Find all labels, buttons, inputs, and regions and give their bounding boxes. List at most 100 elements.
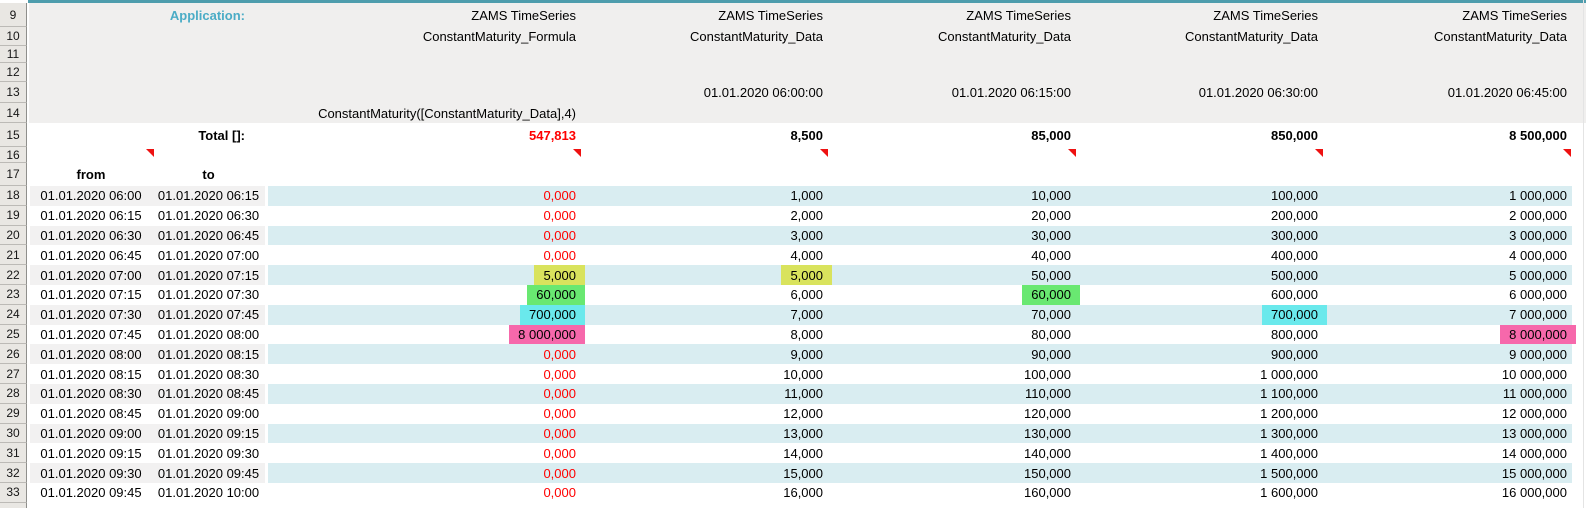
- cell-value-0645[interactable]: 11 000,000: [1323, 384, 1572, 404]
- cell-to[interactable]: 01.01.2020 07:15: [152, 265, 265, 285]
- cell-value-0615[interactable]: 40,000: [828, 245, 1076, 265]
- cell-from[interactable]: 01.01.2020 07:15: [30, 285, 152, 305]
- row-header[interactable]: 15: [0, 123, 27, 147]
- cell-value-formula[interactable]: 0,000: [268, 443, 581, 463]
- cell-value-formula[interactable]: 8 000,000: [268, 325, 581, 345]
- cell-value-formula[interactable]: 0,000: [268, 404, 581, 424]
- cell-value-0600[interactable]: 9,000: [581, 344, 828, 364]
- cell-from[interactable]: 01.01.2020 06:45: [30, 245, 152, 265]
- cell-value-0630[interactable]: 1 100,000: [1076, 384, 1323, 404]
- row-header[interactable]: 11: [0, 46, 27, 63]
- row-header[interactable]: 16: [0, 147, 27, 163]
- cell-value-formula[interactable]: 0,000: [268, 344, 581, 364]
- cell-value-formula[interactable]: 0,000: [268, 364, 581, 384]
- cell-value-0630[interactable]: 1 500,000: [1076, 463, 1323, 483]
- cell-value-0615[interactable]: 150,000: [828, 463, 1076, 483]
- cell-value-0630[interactable]: 600,000: [1076, 285, 1323, 305]
- column-application-name[interactable]: ZAMS TimeSeries: [828, 3, 1076, 27]
- cell-from[interactable]: 01.01.2020 06:00: [30, 186, 152, 206]
- cell-value-0630[interactable]: 400,000: [1076, 245, 1323, 265]
- cell-value-0615[interactable]: 140,000: [828, 443, 1076, 463]
- cell-value-formula[interactable]: 0,000: [268, 384, 581, 404]
- cell-from[interactable]: 01.01.2020 08:00: [30, 344, 152, 364]
- cell-value-formula[interactable]: 0,000: [268, 186, 581, 206]
- cell-from[interactable]: 01.01.2020 09:00: [30, 424, 152, 444]
- column-formula[interactable]: [828, 103, 1076, 123]
- cell-value-0615[interactable]: 160,000: [828, 483, 1076, 503]
- cell-value-0645[interactable]: 16 000,000: [1323, 483, 1572, 503]
- row-header[interactable]: 14: [0, 103, 27, 123]
- cell-value-0645[interactable]: 12 000,000: [1323, 404, 1572, 424]
- cell-value-0645[interactable]: 2 000,000: [1323, 206, 1572, 226]
- cell-value-0645[interactable]: 3 000,000: [1323, 226, 1572, 246]
- column-series-name[interactable]: ConstantMaturity_Data: [1076, 27, 1323, 46]
- cell-from[interactable]: 01.01.2020 07:30: [30, 305, 152, 325]
- cell-from[interactable]: 01.01.2020 08:30: [30, 384, 152, 404]
- cell-value-0645[interactable]: 14 000,000: [1323, 443, 1572, 463]
- column-formula[interactable]: [1076, 103, 1323, 123]
- cell-value-0645[interactable]: 4 000,000: [1323, 245, 1572, 265]
- cell-to[interactable]: 01.01.2020 09:30: [152, 443, 265, 463]
- column-total-value[interactable]: 547,813: [268, 123, 581, 147]
- cell-value-0600[interactable]: 10,000: [581, 364, 828, 384]
- column-series-name[interactable]: ConstantMaturity_Data: [1323, 27, 1572, 46]
- cell-value-0615[interactable]: 30,000: [828, 226, 1076, 246]
- cell-value-0630[interactable]: 100,000: [1076, 186, 1323, 206]
- column-total-value[interactable]: 85,000: [828, 123, 1076, 147]
- row-header[interactable]: [0, 503, 27, 508]
- cell-to[interactable]: 01.01.2020 07:45: [152, 305, 265, 325]
- cell-value-0615[interactable]: 90,000: [828, 344, 1076, 364]
- cell-value-0630[interactable]: 1 000,000: [1076, 364, 1323, 384]
- cell-value-0600[interactable]: 11,000: [581, 384, 828, 404]
- cell-value-0600[interactable]: 12,000: [581, 404, 828, 424]
- cell-to[interactable]: 01.01.2020 06:15: [152, 186, 265, 206]
- cell-value-formula[interactable]: 0,000: [268, 463, 581, 483]
- cell-value-0600[interactable]: 15,000: [581, 463, 828, 483]
- cell-to[interactable]: 01.01.2020 07:00: [152, 245, 265, 265]
- column-total-value[interactable]: 8,500: [581, 123, 828, 147]
- column-series-name[interactable]: ConstantMaturity_Data: [581, 27, 828, 46]
- cell-value-0615[interactable]: 10,000: [828, 186, 1076, 206]
- cell-value-0645[interactable]: 15 000,000: [1323, 463, 1572, 483]
- cell-to[interactable]: 01.01.2020 08:45: [152, 384, 265, 404]
- row-header[interactable]: 13: [0, 82, 27, 103]
- column-timestamp[interactable]: 01.01.2020 06:00:00: [581, 82, 828, 103]
- cell-value-0645[interactable]: 13 000,000: [1323, 424, 1572, 444]
- cell-from[interactable]: 01.01.2020 06:15: [30, 206, 152, 226]
- cell-value-0615[interactable]: 110,000: [828, 384, 1076, 404]
- cell-value-0600[interactable]: 5,000: [581, 265, 828, 285]
- cell-value-0600[interactable]: 1,000: [581, 186, 828, 206]
- cell-to[interactable]: 01.01.2020 06:30: [152, 206, 265, 226]
- cell-value-0600[interactable]: 13,000: [581, 424, 828, 444]
- row-header[interactable]: 9: [0, 3, 27, 27]
- cell-value-0645[interactable]: 5 000,000: [1323, 265, 1572, 285]
- cell-value-0600[interactable]: 4,000: [581, 245, 828, 265]
- cell-from[interactable]: 01.01.2020 09:15: [30, 443, 152, 463]
- cell-from[interactable]: 01.01.2020 07:45: [30, 325, 152, 345]
- column-timestamp[interactable]: 01.01.2020 06:30:00: [1076, 82, 1323, 103]
- cell-value-0645[interactable]: 8 000,000: [1323, 325, 1572, 345]
- cell-value-0615[interactable]: 50,000: [828, 265, 1076, 285]
- cell-value-0615[interactable]: 80,000: [828, 325, 1076, 345]
- cell-value-0630[interactable]: 1 200,000: [1076, 404, 1323, 424]
- cell-value-0615[interactable]: 100,000: [828, 364, 1076, 384]
- cell-from[interactable]: 01.01.2020 08:15: [30, 364, 152, 384]
- cell-value-formula[interactable]: 5,000: [268, 265, 581, 285]
- cell-value-0615[interactable]: 130,000: [828, 424, 1076, 444]
- column-formula[interactable]: ConstantMaturity([ConstantMaturity_Data]…: [268, 103, 581, 123]
- cell-value-0600[interactable]: 8,000: [581, 325, 828, 345]
- cell-to[interactable]: 01.01.2020 10:00: [152, 483, 265, 503]
- cell-value-0600[interactable]: 2,000: [581, 206, 828, 226]
- column-timestamp[interactable]: 01.01.2020 06:15:00: [828, 82, 1076, 103]
- cell-value-0615[interactable]: 20,000: [828, 206, 1076, 226]
- cell-to[interactable]: 01.01.2020 09:15: [152, 424, 265, 444]
- cell-value-formula[interactable]: 0,000: [268, 226, 581, 246]
- cell-value-0630[interactable]: 1 400,000: [1076, 443, 1323, 463]
- column-timestamp[interactable]: 01.01.2020 06:45:00: [1323, 82, 1572, 103]
- cell-value-0630[interactable]: 700,000: [1076, 305, 1323, 325]
- cell-to[interactable]: 01.01.2020 08:15: [152, 344, 265, 364]
- column-series-name[interactable]: ConstantMaturity_Formula: [268, 27, 581, 46]
- cell-value-0615[interactable]: 120,000: [828, 404, 1076, 424]
- cell-value-0645[interactable]: 6 000,000: [1323, 285, 1572, 305]
- cell-to[interactable]: 01.01.2020 08:00: [152, 325, 265, 345]
